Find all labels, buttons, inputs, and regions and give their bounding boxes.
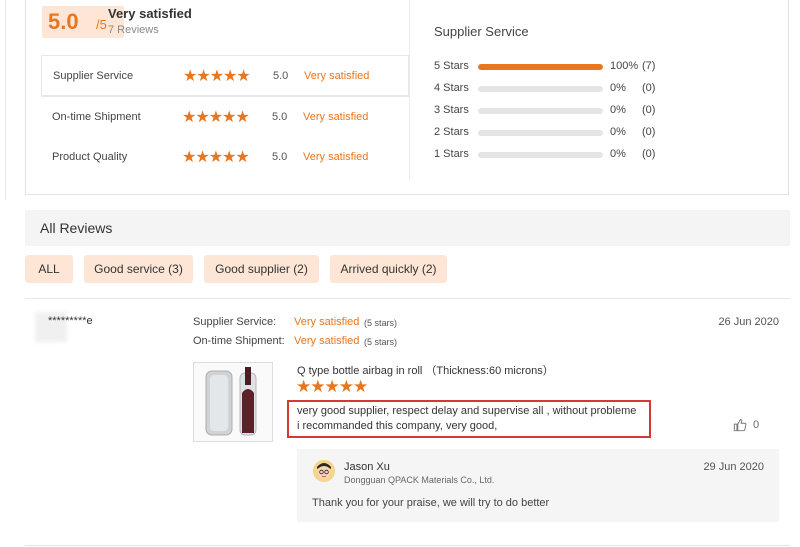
avatar [313, 460, 335, 482]
like-count: 0 [753, 419, 760, 431]
reply-text: Thank you for your praise, we will try t… [312, 497, 550, 509]
distribution-count: (0) [642, 126, 656, 138]
star-rating-icon: ★★★★★ [182, 149, 250, 166]
star-rating-icon: ★★★★★ [296, 377, 368, 396]
distribution-row-4: 4 Stars 0% (0) [434, 82, 694, 96]
person-icon [313, 460, 335, 482]
distribution-percent: 100% [610, 60, 639, 72]
product-name-link[interactable]: Q type bottle airbag in roll （Thickness:… [297, 362, 554, 378]
distribution-bar [478, 130, 603, 136]
distribution-title: Supplier Service [434, 24, 529, 39]
distribution-bar [478, 64, 603, 70]
overall-label: Very satisfied [108, 6, 192, 21]
shipment-label: On-time Shipment: [193, 335, 285, 347]
rating-score: 5.0 [273, 70, 289, 82]
distribution-row-5: 5 Stars 100% (7) [434, 60, 694, 74]
distribution-bar [478, 86, 603, 92]
distribution-count: (7) [642, 60, 656, 72]
product-thumbnail[interactable] [193, 362, 273, 442]
reply-date: 29 Jun 2020 [703, 461, 764, 473]
rating-text: Very satisfied [304, 70, 370, 82]
distribution-label: 3 Stars [434, 104, 469, 116]
star-rating-icon: ★★★★★ [183, 68, 251, 85]
bottle-airbag-image [205, 367, 257, 436]
review-text-line: very good supplier, respect delay and su… [297, 405, 637, 417]
rating-text: Very satisfied [303, 151, 369, 163]
overall-score-max: /5 [96, 17, 107, 32]
reviewer-name: *********e [48, 315, 93, 327]
rating-label: Supplier Service [53, 70, 134, 82]
review-count: 7 Reviews [108, 24, 159, 36]
left-edge-divider [0, 0, 6, 200]
distribution-count: (0) [642, 82, 656, 94]
rating-summary-card: 5.0 /5 Very satisfied 7 Reviews Supplier… [25, 0, 789, 195]
distribution-percent: 0% [610, 148, 626, 160]
rating-score: 5.0 [272, 151, 288, 163]
filter-good-supplier-button[interactable]: Good supplier (2) [204, 255, 319, 283]
filter-arrived-quickly-button[interactable]: Arrived quickly (2) [330, 255, 447, 283]
distribution-row-2: 2 Stars 0% (0) [434, 126, 694, 140]
distribution-percent: 0% [610, 104, 626, 116]
supplier-service-label: Supplier Service: [193, 316, 277, 328]
summary-divider [409, 0, 410, 180]
rating-label: Product Quality [52, 151, 128, 163]
rating-text: Very satisfied [303, 111, 369, 123]
reply-author-name: Jason Xu [344, 461, 390, 473]
distribution-count: (0) [642, 148, 656, 160]
supplier-service-value: Very satisfied [294, 316, 360, 328]
supplier-service-note: (5 stars) [364, 318, 398, 328]
shipment-value: Very satisfied [294, 335, 360, 347]
rating-score: 5.0 [272, 111, 288, 123]
star-rating-icon: ★★★★★ [182, 109, 250, 126]
distribution-label: 1 Stars [434, 148, 469, 160]
distribution-bar-fill [478, 64, 603, 70]
rating-label: On-time Shipment [52, 111, 141, 123]
rating-row-supplier-service: Supplier Service ★★★★★ 5.0 Very satisfie… [41, 55, 409, 96]
distribution-label: 5 Stars [434, 60, 469, 72]
shipment-note: (5 stars) [364, 337, 398, 347]
section-divider [25, 545, 790, 546]
distribution-row-3: 3 Stars 0% (0) [434, 104, 694, 118]
rating-row-on-time-shipment: On-time Shipment ★★★★★ 5.0 Very satisfie… [41, 96, 409, 137]
overall-score: 5.0 [48, 9, 79, 34]
all-reviews-title: All Reviews [40, 220, 113, 236]
all-reviews-header: All Reviews [25, 210, 790, 246]
review-text-highlight: very good supplier, respect delay and su… [287, 400, 651, 438]
section-divider [25, 298, 790, 299]
reply-company: Dongguan QPACK Materials Co., Ltd. [344, 475, 495, 485]
rating-breakdown: Supplier Service ★★★★★ 5.0 Very satisfie… [41, 55, 409, 178]
distribution-percent: 0% [610, 82, 626, 94]
review-text-line: i recommanded this company, very good, [297, 420, 498, 432]
distribution-bar [478, 152, 603, 158]
distribution-label: 4 Stars [434, 82, 469, 94]
supplier-reply: Jason Xu Dongguan QPACK Materials Co., L… [297, 449, 779, 522]
distribution-percent: 0% [610, 126, 626, 138]
distribution-label: 2 Stars [434, 126, 469, 138]
filter-good-service-button[interactable]: Good service (3) [84, 255, 193, 283]
rating-row-product-quality: Product Quality ★★★★★ 5.0 Very satisfied [41, 137, 409, 178]
filter-all-button[interactable]: ALL [25, 255, 73, 283]
thumbs-up-icon [733, 419, 747, 432]
distribution-count: (0) [642, 104, 656, 116]
review-date: 26 Jun 2020 [718, 316, 779, 328]
distribution-bar [478, 108, 603, 114]
distribution-row-1: 1 Stars 0% (0) [434, 148, 694, 162]
